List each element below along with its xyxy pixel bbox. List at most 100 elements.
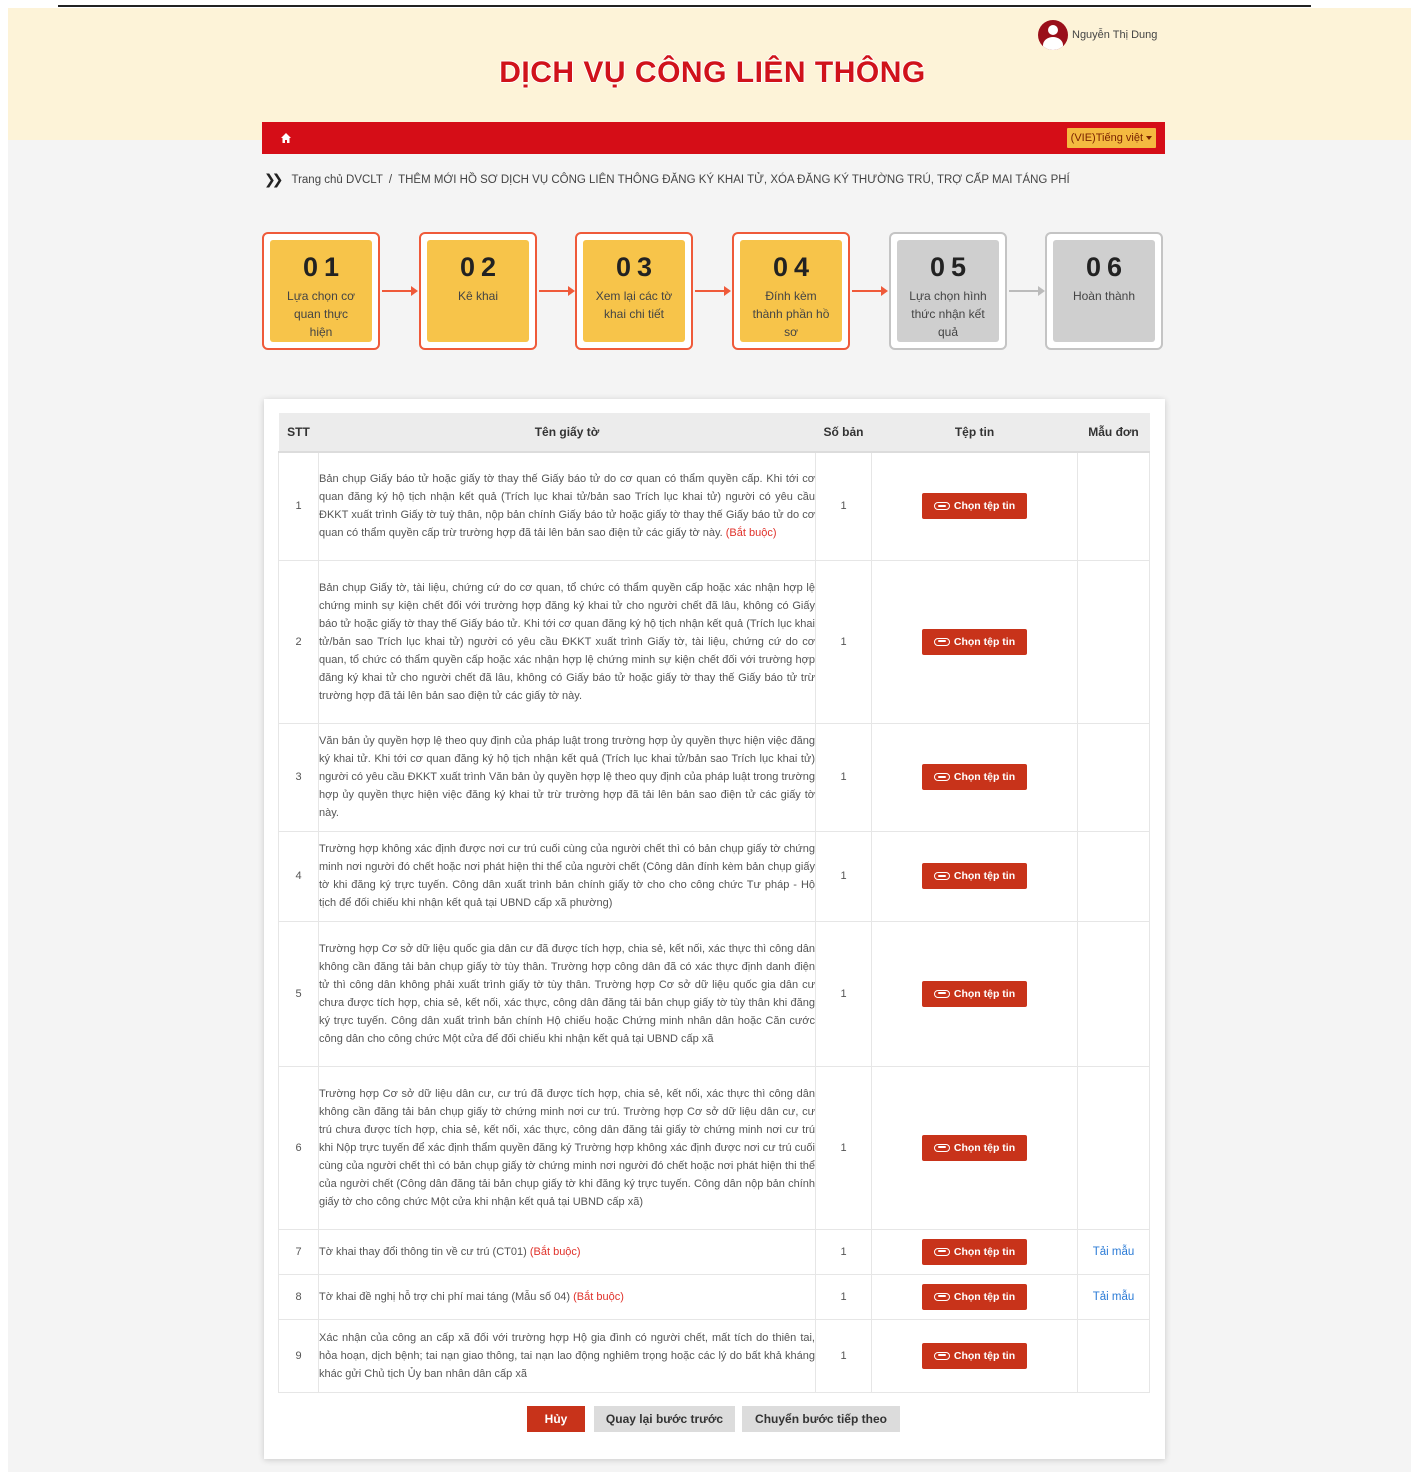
- paperclip-icon: [933, 502, 950, 511]
- header-file: Tệp tin: [871, 413, 1078, 453]
- step-5-inner: 05 Lựa chọn hình thức nhận kết quả: [897, 240, 999, 342]
- choose-file-button[interactable]: Chọn tệp tin: [921, 764, 1028, 790]
- paperclip-icon: [933, 637, 950, 646]
- home-icon[interactable]: [279, 131, 293, 145]
- paperclip-icon: [933, 1351, 950, 1360]
- download-template-link[interactable]: Tải mẫu: [1093, 1246, 1135, 1258]
- row-form: [1077, 722, 1150, 832]
- row-name: Tờ khai đề nghị hỗ trợ chi phí mai táng …: [318, 1273, 816, 1320]
- step-number: 06: [1085, 252, 1129, 282]
- row-qty: 1: [815, 1273, 872, 1320]
- step-number: 05: [929, 252, 973, 282]
- choose-file-label: Chọn tệp tin: [953, 500, 1016, 513]
- step-number: 01: [302, 252, 346, 282]
- row-file: Chọn tệp tin: [871, 559, 1078, 724]
- row-name-text: Trường hợp Cơ sở dữ liệu quốc gia dân cư…: [319, 942, 815, 1045]
- step-arrow: [382, 286, 418, 296]
- user-avatar-icon[interactable]: [1038, 20, 1068, 50]
- table-row: 9 Xác nhận của công an cấp xã đối với tr…: [278, 1318, 1150, 1393]
- choose-file-label: Chọn tệp tin: [953, 1141, 1016, 1154]
- row-file: Chọn tệp tin: [871, 451, 1078, 561]
- table-row: 5 Trường hợp Cơ sở dữ liệu quốc gia dân …: [278, 920, 1150, 1067]
- language-label: (VIE)Tiếng việt: [1070, 132, 1143, 144]
- header-qty: Số bản: [815, 413, 872, 453]
- step-label: Hoàn thành: [1072, 289, 1136, 303]
- row-stt: 4: [278, 830, 319, 922]
- row-form: [1077, 1065, 1150, 1230]
- row-file: Chọn tệp tin: [871, 830, 1078, 922]
- step-3[interactable]: 03 Xem lại các tờ khai chi tiết: [575, 232, 693, 350]
- row-name: Bản chụp Giấy tờ, tài liệu, chứng cứ do …: [318, 559, 816, 724]
- row-qty: 1: [815, 1065, 872, 1230]
- row-stt: 5: [278, 920, 319, 1067]
- top-rule: [58, 5, 1311, 7]
- step-number: 04: [772, 252, 816, 282]
- row-stt: 3: [278, 722, 319, 832]
- choose-file-button[interactable]: Chọn tệp tin: [921, 1134, 1028, 1161]
- choose-file-label: Chọn tệp tin: [953, 987, 1016, 1000]
- row-stt: 7: [278, 1228, 319, 1275]
- step-3-inner: 03 Xem lại các tờ khai chi tiết: [583, 240, 685, 342]
- row-file: Chọn tệp tin: [871, 722, 1078, 832]
- row-qty: 1: [815, 722, 872, 832]
- row-qty: 1: [815, 920, 872, 1067]
- next-step-button[interactable]: Chuyển bước tiếp theo: [742, 1406, 900, 1432]
- user-name[interactable]: Nguyễn Thị Dung: [1072, 29, 1157, 41]
- choose-file-button[interactable]: Chọn tệp tin: [921, 493, 1028, 520]
- row-name-text: Trường hợp không xác định được nơi cư tr…: [319, 843, 815, 909]
- step-arrow: [1009, 286, 1045, 296]
- step-4-inner: 04 Đính kèm thành phần hồ sơ: [740, 240, 842, 342]
- language-select[interactable]: (VIE)Tiếng việt: [1066, 128, 1156, 148]
- choose-file-button[interactable]: Chọn tệp tin: [921, 1342, 1028, 1369]
- documents-card: STT Tên giấy tờ Số bản Tệp tin Mẫu đơn 1…: [264, 399, 1165, 1459]
- paperclip-icon: [933, 1247, 950, 1256]
- cancel-button[interactable]: Hủy: [527, 1406, 585, 1432]
- breadcrumb-current: THÊM MỚI HỒ SƠ DỊCH VỤ CÔNG LIÊN THÔNG Đ…: [398, 173, 1070, 186]
- row-form: Tải mẫu: [1077, 1228, 1150, 1275]
- row-name: Tờ khai thay đổi thông tin về cư trú (CT…: [318, 1228, 816, 1275]
- step-6[interactable]: 06 Hoàn thành: [1045, 232, 1163, 350]
- choose-file-button[interactable]: Chọn tệp tin: [921, 1283, 1028, 1310]
- row-file: Chọn tệp tin: [871, 920, 1078, 1067]
- user-menu[interactable]: Nguyễn Thị Dung: [1038, 20, 1157, 50]
- step-label: Lựa chọn cơ quan thực hiện: [287, 289, 355, 339]
- choose-file-label: Chọn tệp tin: [953, 870, 1016, 882]
- paperclip-icon: [933, 1292, 950, 1301]
- choose-file-button[interactable]: Chọn tệp tin: [921, 863, 1028, 889]
- previous-step-button[interactable]: Quay lại bước trước: [594, 1406, 735, 1432]
- step-2[interactable]: 02 Kê khai: [419, 232, 537, 350]
- step-1[interactable]: 01 Lựa chọn cơ quan thực hiện: [262, 232, 380, 350]
- row-qty: 1: [815, 559, 872, 724]
- row-name-text: Văn bản ủy quyền hợp lệ theo quy định củ…: [319, 735, 815, 819]
- step-4[interactable]: 04 Đính kèm thành phần hồ sơ: [732, 232, 850, 350]
- choose-file-button[interactable]: Chọn tệp tin: [921, 980, 1028, 1007]
- table-header-row: STT Tên giấy tờ Số bản Tệp tin Mẫu đơn: [278, 413, 1150, 453]
- row-stt: 8: [278, 1273, 319, 1320]
- choose-file-button[interactable]: Chọn tệp tin: [921, 628, 1028, 655]
- form-actions: Hủy Quay lại bước trước Chuyển bước tiếp…: [264, 1406, 1165, 1432]
- site-title: DỊCH VỤ CÔNG LIÊN THÔNG: [499, 56, 926, 89]
- row-qty: 1: [815, 1318, 872, 1393]
- step-label: Kê khai: [457, 289, 499, 303]
- table-row: 4 Trường hợp không xác định được nơi cư …: [278, 830, 1150, 922]
- row-name: Trường hợp Cơ sở dữ liệu dân cư, cư trú …: [318, 1065, 816, 1230]
- breadcrumb-separator: /: [388, 173, 393, 186]
- step-2-inner: 02 Kê khai: [427, 240, 529, 342]
- breadcrumb: ❯❯ Trang chủ DVCLT / THÊM MỚI HỒ SƠ DỊCH…: [264, 171, 1070, 188]
- table-row: 2 Bản chụp Giấy tờ, tài liệu, chứng cứ d…: [278, 559, 1150, 724]
- row-qty: 1: [815, 1228, 872, 1275]
- choose-file-label: Chọn tệp tin: [953, 1245, 1016, 1258]
- row-form: [1077, 830, 1150, 922]
- download-template-link[interactable]: Tải mẫu: [1093, 1291, 1135, 1303]
- choose-file-button[interactable]: Chọn tệp tin: [921, 1238, 1028, 1265]
- step-5[interactable]: 05 Lựa chọn hình thức nhận kết quả: [889, 232, 1007, 350]
- row-name-text: Tờ khai đề nghị hỗ trợ chi phí mai táng …: [319, 1290, 571, 1303]
- breadcrumb-home[interactable]: Trang chủ DVCLT: [291, 174, 382, 186]
- row-stt: 9: [278, 1318, 319, 1393]
- required-tag: (Bắt buộc): [573, 1290, 624, 1303]
- row-name-text: Trường hợp Cơ sở dữ liệu dân cư, cư trú …: [319, 1087, 815, 1208]
- table-row: 6 Trường hợp Cơ sở dữ liệu dân cư, cư tr…: [278, 1065, 1150, 1230]
- row-name-text: Xác nhận của công an cấp xã đối với trườ…: [319, 1331, 815, 1380]
- row-file: Chọn tệp tin: [871, 1318, 1078, 1393]
- row-file: Chọn tệp tin: [871, 1228, 1078, 1275]
